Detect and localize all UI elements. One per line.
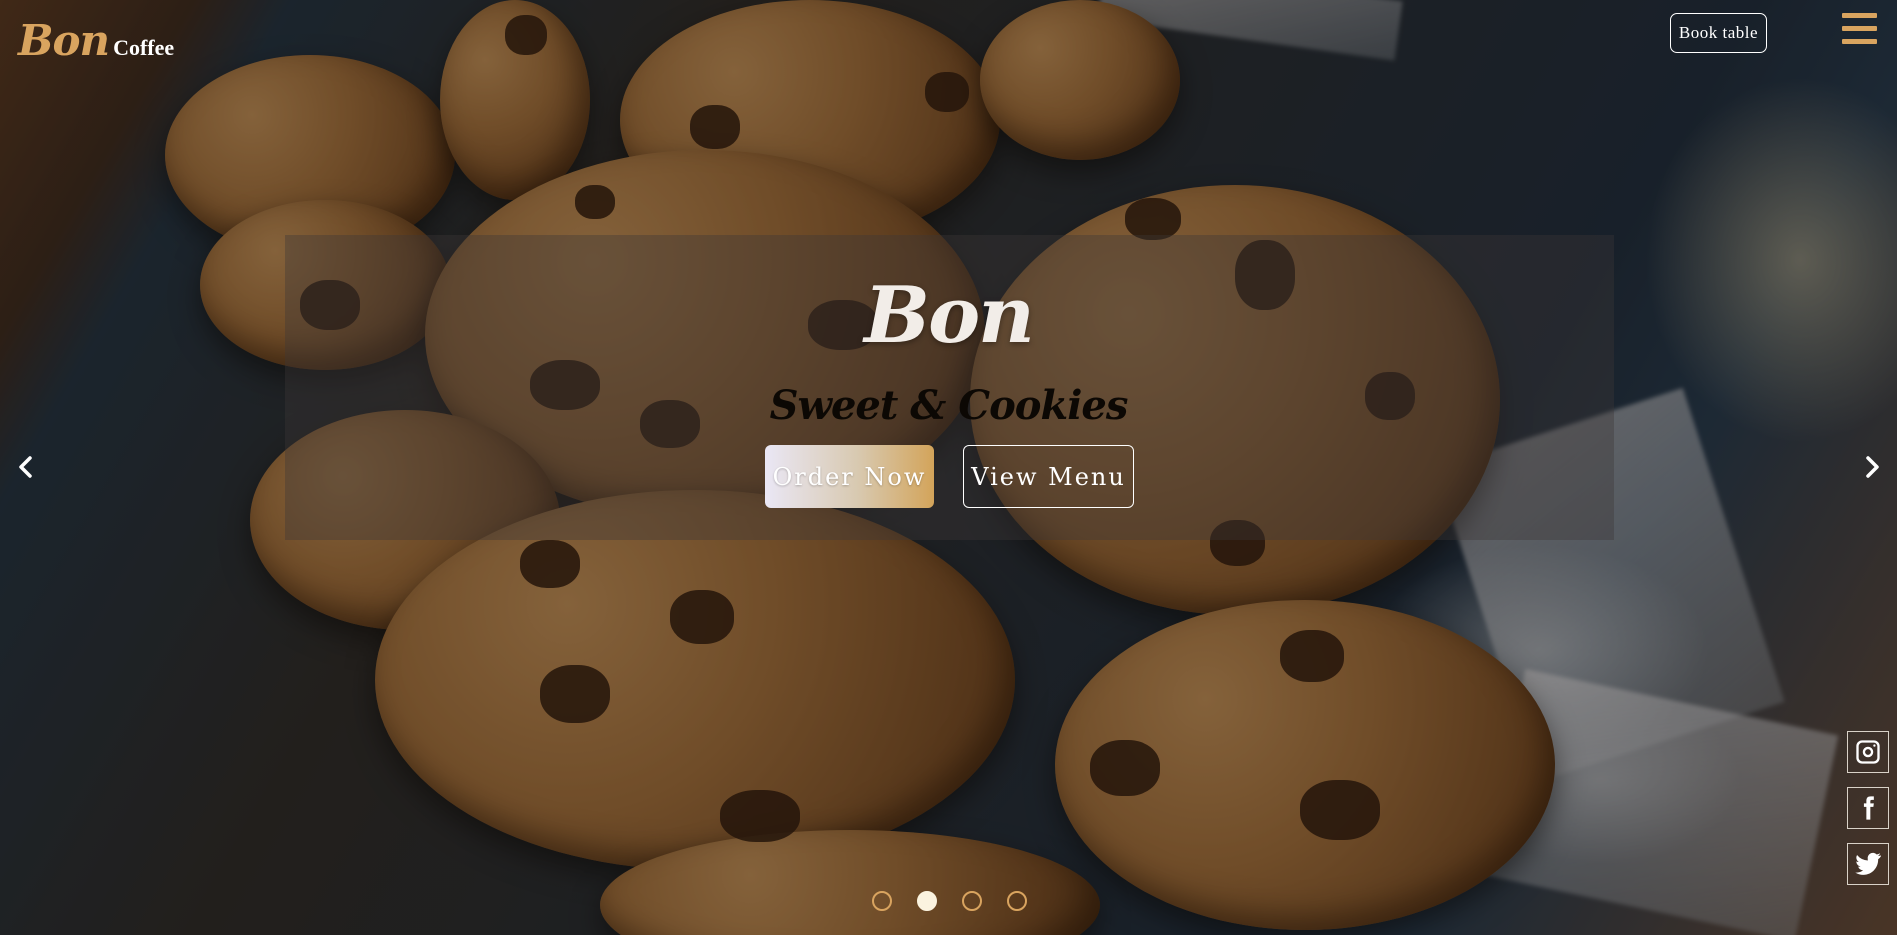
carousel-dot[interactable] — [872, 891, 892, 911]
logo-word: Coffee — [113, 35, 175, 60]
hamburger-menu-icon[interactable] — [1842, 13, 1877, 44]
logo-script: Bon — [18, 16, 110, 65]
brand-logo[interactable]: Bon Coffee — [18, 16, 174, 65]
carousel-dot[interactable] — [962, 891, 982, 911]
book-table-button[interactable]: Book table — [1670, 13, 1767, 53]
hero-title: Bon — [864, 270, 1035, 361]
view-menu-button[interactable]: View Menu — [963, 445, 1134, 508]
chevron-left-icon[interactable] — [14, 455, 38, 479]
facebook-icon[interactable] — [1847, 787, 1889, 829]
hero-subtitle: Sweet & Cookies — [769, 382, 1129, 429]
chevron-right-icon[interactable] — [1860, 455, 1884, 479]
twitter-icon[interactable] — [1847, 843, 1889, 885]
carousel-dot[interactable] — [1007, 891, 1027, 911]
carousel-dot-active[interactable] — [917, 891, 937, 911]
order-now-button[interactable]: Order Now — [765, 445, 934, 508]
instagram-icon[interactable] — [1847, 731, 1889, 773]
carousel-dots — [872, 891, 1027, 911]
